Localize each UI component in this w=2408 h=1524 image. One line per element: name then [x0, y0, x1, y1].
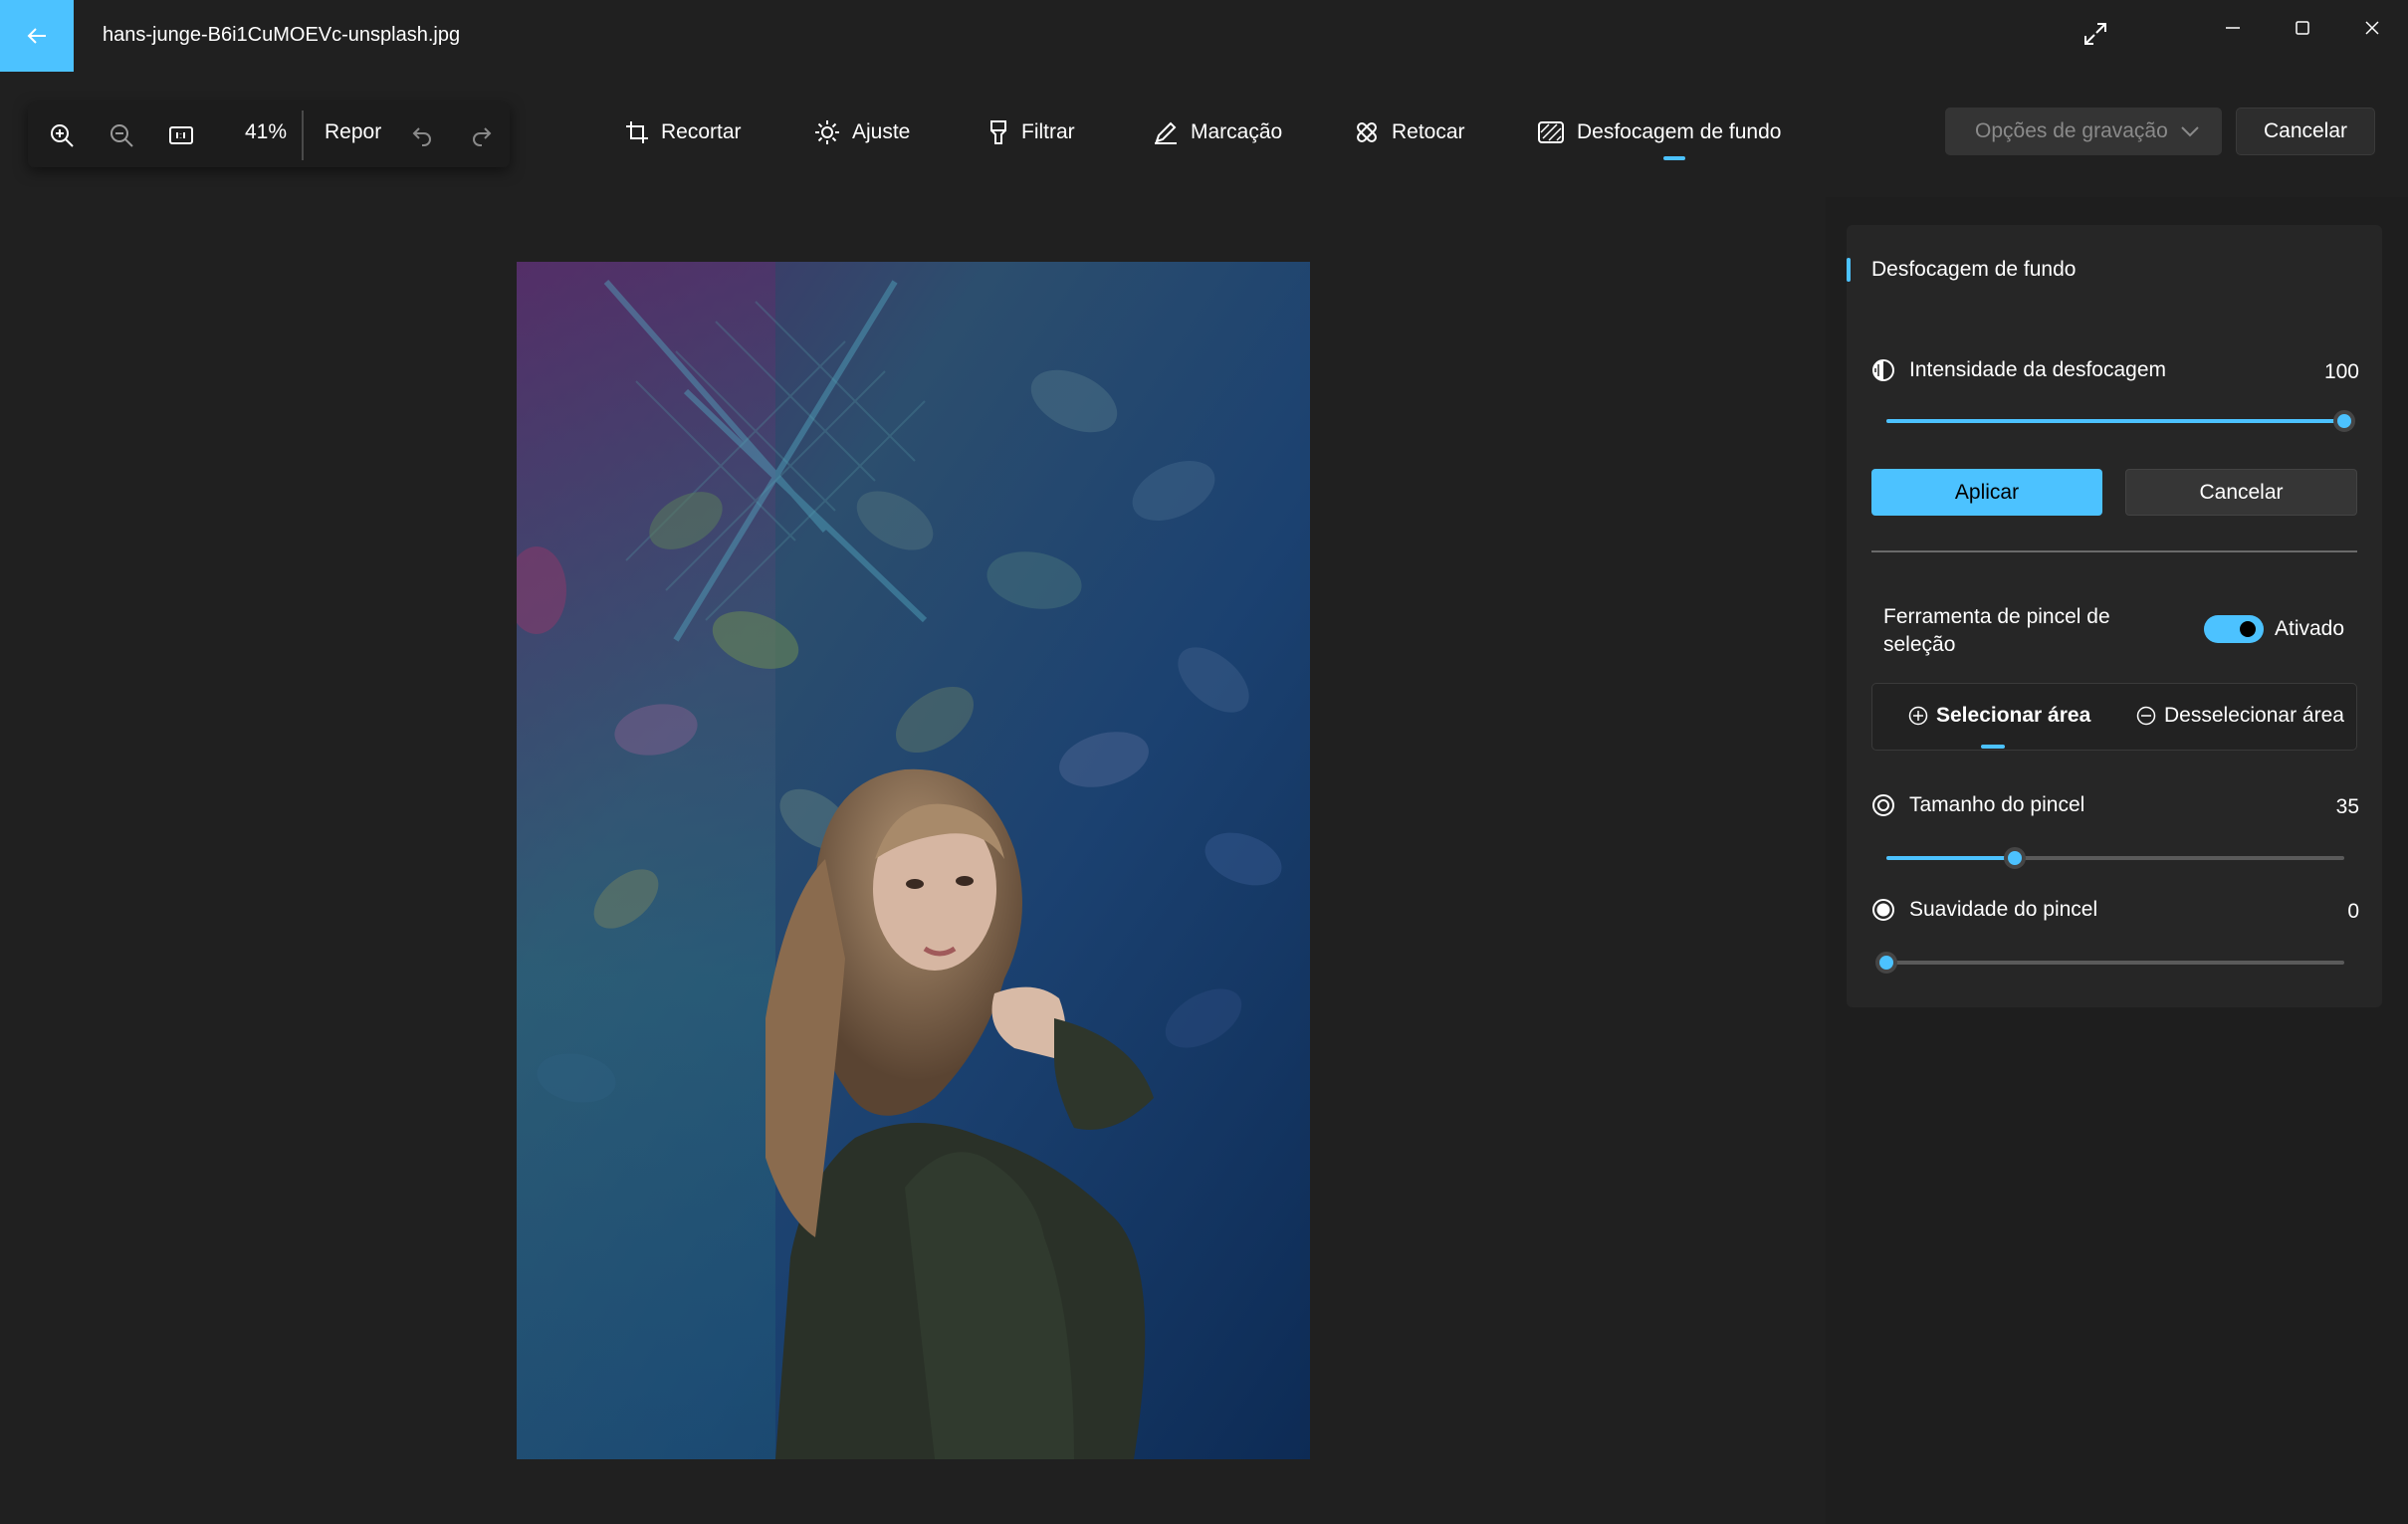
zoom-toolbar: 41% Repor: [28, 103, 510, 167]
minimize-button[interactable]: [2204, 8, 2262, 48]
tab-markup[interactable]: Marcação: [1153, 113, 1282, 151]
background-blur-icon: [1537, 120, 1565, 144]
arrow-left-icon: [26, 25, 48, 47]
edited-photo: [517, 262, 1310, 1459]
apply-button[interactable]: Aplicar: [1871, 469, 2102, 516]
brush-size-label: Tamanho do pincel: [1909, 793, 2085, 816]
tab-markup-label: Marcação: [1191, 120, 1283, 143]
filter-icon: [987, 119, 1009, 145]
slider-thumb[interactable]: [1875, 952, 1897, 974]
cancel-blur-button[interactable]: Cancelar: [2125, 469, 2357, 516]
active-tab-indicator: [1663, 156, 1685, 160]
slider-fill: [1886, 856, 2015, 860]
blur-intensity-value: 100: [2323, 360, 2359, 383]
card-divider: [1871, 550, 2357, 552]
minimize-icon: [2224, 19, 2242, 37]
expand-icon: [2082, 21, 2108, 47]
blur-intensity-slider[interactable]: [1886, 410, 2355, 432]
brush-tool-state: Ativado: [2275, 617, 2345, 640]
panel-title: Desfocagem de fundo: [1871, 258, 2077, 281]
expand-button[interactable]: [2067, 14, 2124, 54]
retouch-icon: [1354, 119, 1380, 145]
close-button[interactable]: [2343, 8, 2401, 48]
save-options-label: Opções de gravação: [1975, 119, 2168, 142]
select-area-button[interactable]: Selecionar área: [1908, 704, 2090, 728]
file-name-title: hans-junge-B6i1CuMOEVc-unsplash.jpg: [103, 24, 461, 46]
zoom-level: 41%: [245, 120, 288, 143]
zoom-in-icon: [49, 122, 75, 148]
brush-softness-value: 0: [2347, 900, 2359, 923]
crop-icon: [625, 120, 649, 144]
tab-filter-label: Filtrar: [1021, 120, 1075, 143]
brush-tool-label: Ferramenta de pincel de seleção: [1883, 605, 2110, 656]
tab-adjust[interactable]: Ajuste: [814, 113, 910, 151]
brush-softness-slider[interactable]: [1875, 952, 2344, 974]
blur-intensity-label-row: Intensidade da desfocagem: [1871, 358, 2166, 382]
tab-retouch-label: Retocar: [1392, 120, 1465, 143]
reset-button[interactable]: Repor: [325, 120, 381, 144]
brush-size-label-row: Tamanho do pincel: [1871, 793, 2084, 817]
tab-adjust-label: Ajuste: [852, 120, 911, 143]
selected-mode-indicator: [1981, 745, 2005, 749]
redo-button[interactable]: [462, 115, 502, 155]
brush-size-icon: [1871, 793, 1895, 817]
close-icon: [2363, 19, 2381, 37]
toggle-knob: [2240, 621, 2256, 637]
brush-tool-toggle[interactable]: [2204, 615, 2264, 643]
intensity-icon: [1871, 358, 1895, 382]
cancel-edit-button[interactable]: Cancelar: [2236, 108, 2375, 155]
tab-crop-label: Recortar: [661, 120, 742, 143]
deselect-area-button[interactable]: Desselecionar área: [2136, 704, 2344, 728]
zoom-out-icon: [109, 122, 134, 148]
brush-softness-label-row: Suavidade do pincel: [1871, 898, 2097, 922]
actual-size-icon: [168, 122, 194, 148]
selection-mode-control: Selecionar área Desselecionar área: [1871, 683, 2357, 751]
minus-circle-icon: [2136, 706, 2156, 726]
blur-intensity-label: Intensidade da desfocagem: [1909, 358, 2167, 381]
save-options-dropdown[interactable]: Opções de gravação: [1945, 108, 2222, 155]
brush-size-slider[interactable]: [1886, 847, 2344, 869]
zoom-in-button[interactable]: [42, 115, 82, 155]
slider-track: [1886, 961, 2344, 965]
slider-thumb[interactable]: [2003, 847, 2026, 869]
undo-icon: [411, 124, 433, 146]
brush-size-value: 35: [2335, 795, 2359, 818]
chevron-down-icon: [2180, 125, 2200, 137]
back-button[interactable]: [0, 0, 74, 72]
brush-softness-label: Suavidade do pincel: [1909, 898, 2098, 921]
photo-canvas[interactable]: [517, 262, 1310, 1459]
tab-crop[interactable]: Recortar: [625, 113, 742, 151]
plus-circle-icon: [1908, 706, 1928, 726]
tab-retouch[interactable]: Retocar: [1354, 113, 1465, 151]
undo-button[interactable]: [402, 115, 442, 155]
brightness-icon: [814, 119, 840, 145]
brush-softness-icon: [1871, 898, 1895, 922]
slider-thumb[interactable]: [2333, 410, 2355, 432]
slider-fill: [1886, 419, 2344, 423]
tab-background-blur[interactable]: Desfocagem de fundo: [1537, 113, 1781, 151]
maximize-icon: [2294, 19, 2311, 37]
tab-filter[interactable]: Filtrar: [987, 113, 1075, 151]
deselect-area-label: Desselecionar área: [2164, 704, 2344, 727]
redo-icon: [471, 124, 493, 146]
maximize-button[interactable]: [2274, 8, 2331, 48]
pen-icon: [1153, 119, 1179, 145]
toolbar-divider: [302, 110, 304, 160]
actual-size-button[interactable]: [161, 115, 201, 155]
select-area-label: Selecionar área: [1936, 704, 2091, 727]
tab-background-blur-label: Desfocagem de fundo: [1577, 120, 1782, 143]
zoom-out-button[interactable]: [102, 115, 141, 155]
card-accent-bar: [1847, 258, 1851, 282]
